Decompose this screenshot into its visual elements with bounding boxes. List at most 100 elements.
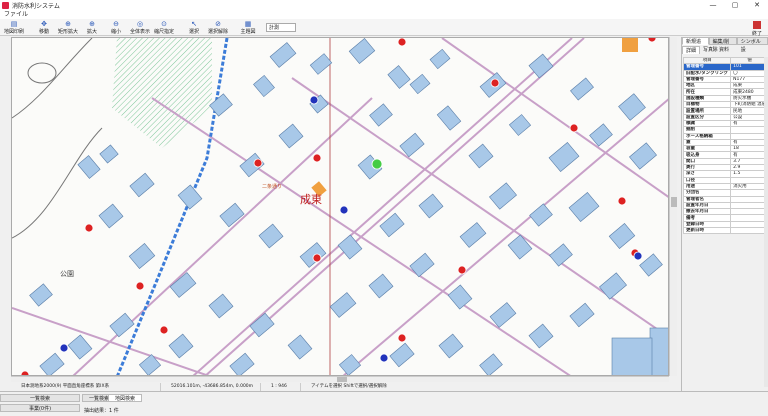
tool-label: 移動: [38, 29, 49, 35]
tab-edit[interactable]: 編集/削除: [708, 37, 737, 53]
tab-list-search[interactable]: 一覧検索: [0, 394, 80, 402]
row-value: [730, 226, 768, 235]
zoom-in-icon: ⊕: [89, 20, 95, 28]
tab-projects[interactable]: 事業(0件): [0, 404, 80, 412]
toolbar: ▤ 地図印刷 ✥ 移動 ⊕ 矩形拡大 ⊕ 拡大 ⊖ 縮小 ◎ 全体表示 ⊙ 縮尺指定 ↖ 選択 ⊘ 選択解除 ▦ 主題…: [0, 19, 768, 36]
measure-select[interactable]: 計測: [266, 23, 296, 32]
scroll-thumb[interactable]: [671, 197, 677, 207]
exit-button[interactable]: 終了: [750, 21, 764, 37]
tool-button[interactable]: ▤ 地図印刷: [2, 19, 26, 35]
theme-map-icon: ▦: [244, 20, 252, 28]
building: [169, 272, 197, 298]
tool-button[interactable]: ▦ 主題図: [236, 19, 260, 35]
tool-button[interactable]: ⊖ 縮小: [104, 19, 128, 35]
status-coordinates: 52016.101m, -43686.854m, 0.000m: [161, 383, 261, 391]
building: [447, 284, 473, 310]
tab-new[interactable]: 新規追加: [682, 37, 709, 53]
tab-symbol[interactable]: シンボル設: [736, 37, 768, 53]
road-line: [12, 127, 103, 239]
building: [208, 293, 234, 319]
district-label: 成東: [300, 193, 322, 206]
cistern-marker[interactable]: [339, 205, 349, 215]
hydrant-marker[interactable]: [312, 153, 322, 163]
status-hint: アイテムを選択 Shiftで選択/選択解除: [311, 384, 387, 389]
building: [608, 223, 636, 249]
subtab-photo[interactable]: 写真: [700, 46, 716, 54]
close-button[interactable]: ✕: [746, 0, 768, 10]
road-line: [27, 62, 57, 84]
tool-label: 縮小: [110, 29, 121, 35]
attribute-panel: 新規追加 編集/削除 シンボル設 詳細 写真 資料 項目 値 管理番号101旧配…: [681, 37, 768, 391]
scale-icon: ⊙: [161, 20, 167, 28]
title-bar: 消防水利システム — ▢ ✕: [0, 0, 768, 10]
building: [528, 323, 554, 349]
building: [629, 142, 657, 170]
building: [99, 144, 119, 164]
hydrant-marker[interactable]: [312, 253, 322, 263]
app-icon: [2, 1, 9, 9]
hydrant-marker[interactable]: [569, 123, 579, 133]
tool-button[interactable]: ⊘ 選択解除: [206, 19, 230, 35]
building: [569, 302, 595, 328]
subtab-docs[interactable]: 資料: [716, 46, 732, 54]
printer-icon: ▤: [10, 20, 18, 28]
map-canvas[interactable]: 成東 二条通り 公園: [12, 38, 669, 376]
panel-scrollbar[interactable]: [764, 57, 768, 387]
cistern-marker[interactable]: [309, 95, 319, 105]
hydrant-marker[interactable]: [397, 38, 407, 47]
hydrant-marker[interactable]: [159, 325, 169, 335]
building: [548, 141, 580, 173]
hydrant-marker[interactable]: [397, 333, 407, 343]
tool-button[interactable]: ⊕ 矩形拡大: [56, 19, 80, 35]
hydrant-marker[interactable]: [135, 281, 145, 291]
row-value: 下町消防組 温泉: [730, 101, 768, 109]
building: [39, 352, 65, 375]
hydrant-marker[interactable]: [457, 265, 467, 275]
hydrant-marker[interactable]: [253, 158, 263, 168]
row-key: 旧配水/タンクリング: [682, 69, 732, 77]
building: [278, 123, 304, 149]
district-sublabel: 二条通り: [262, 183, 282, 190]
cistern-marker[interactable]: [59, 343, 69, 353]
scroll-thumb[interactable]: [337, 377, 347, 382]
tool-button[interactable]: ✥ 移動: [32, 19, 56, 35]
hydrant-marker[interactable]: [617, 196, 627, 206]
maximize-button[interactable]: ▢: [724, 0, 746, 10]
menu-file[interactable]: ファイル: [4, 11, 28, 18]
map-view[interactable]: 成東 二条通り 公園: [11, 37, 669, 376]
horizontal-scrollbar[interactable]: [11, 376, 669, 382]
hydrant-marker[interactable]: [84, 223, 94, 233]
tool-label: 選択解除: [207, 29, 228, 35]
selected-marker[interactable]: [371, 158, 383, 170]
fit-all-icon: ◎: [136, 20, 144, 28]
building: [508, 114, 532, 136]
deselect-icon: ⊘: [215, 20, 221, 28]
building: [369, 103, 393, 127]
building: [549, 243, 573, 267]
attribute-table: 項目 値 管理番号 101 旧配水/タンクリング〇管理番号 N177 地区 成東 所在 成東2…: [682, 56, 768, 235]
tool-label: 選択: [188, 29, 199, 35]
tool-button[interactable]: ↖ 選択: [182, 19, 206, 35]
building: [299, 242, 327, 268]
building: [129, 172, 155, 198]
subtab-detail[interactable]: 詳細: [682, 46, 701, 54]
tool-button[interactable]: ◎ 全体表示: [128, 19, 152, 35]
building: [77, 155, 101, 179]
minimize-button[interactable]: —: [702, 0, 724, 10]
zoom-out-icon: ⊖: [113, 20, 119, 28]
hydrant-marker[interactable]: [490, 78, 500, 88]
vertical-scrollbar[interactable]: [669, 37, 677, 376]
road-line: [441, 38, 668, 198]
tool-button[interactable]: ⊕ 拡大: [80, 19, 104, 35]
tool-button[interactable]: ⊙ 縮尺指定: [152, 19, 176, 35]
building: [639, 253, 663, 277]
building: [418, 193, 444, 219]
exit-icon: [753, 21, 761, 29]
tab-map-search[interactable]: 地図検索: [108, 394, 143, 402]
building: [468, 143, 494, 169]
hydrant-marker[interactable]: [647, 38, 657, 43]
cistern-marker[interactable]: [379, 353, 389, 363]
table-row[interactable]: 更新日時: [682, 226, 768, 235]
cistern-marker[interactable]: [633, 251, 643, 261]
building: [348, 38, 376, 64]
